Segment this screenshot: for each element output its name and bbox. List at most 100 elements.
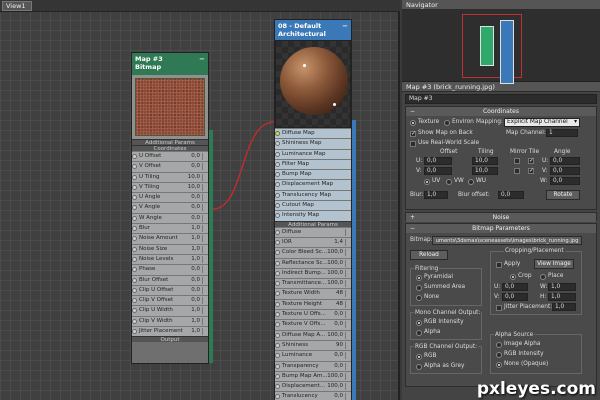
v-mirror-checkbox[interactable] — [514, 168, 520, 174]
input-socket-icon[interactable] — [275, 281, 280, 287]
alpha-as-grey-radio[interactable] — [416, 364, 422, 370]
input-socket-icon[interactable] — [275, 353, 280, 359]
reload-button[interactable]: Reload — [410, 250, 448, 260]
spinner-icon[interactable] — [202, 173, 207, 181]
param-row[interactable]: U Tiling 10,0 — [132, 171, 208, 182]
param-row[interactable]: Blur Offset 0,0 — [132, 274, 208, 285]
input-socket-icon[interactable] — [275, 260, 280, 266]
bitmap-node-header[interactable]: Map #3 Bitmap − — [132, 53, 208, 75]
crop-v-field[interactable]: 0,0 — [502, 293, 528, 301]
input-socket-icon[interactable] — [132, 267, 137, 273]
v-tiling-field[interactable]: 10,0 — [472, 167, 498, 175]
input-socket-icon[interactable] — [132, 277, 137, 283]
material-node[interactable]: 08 - Default Architectural − Diffuse Map… — [274, 19, 352, 400]
spinner-icon[interactable] — [345, 228, 350, 236]
input-socket-icon[interactable] — [275, 301, 280, 307]
texture-radio[interactable] — [410, 120, 416, 126]
spinner-icon[interactable] — [202, 307, 207, 315]
input-socket-icon[interactable] — [275, 250, 280, 256]
minimize-icon[interactable]: − — [199, 55, 205, 63]
spinner-icon[interactable] — [345, 311, 350, 319]
param-row[interactable]: Clip V Width 1,0 — [132, 315, 208, 327]
input-socket-icon[interactable] — [132, 236, 137, 242]
input-socket-icon[interactable] — [275, 151, 280, 157]
input-socket-icon[interactable] — [275, 342, 280, 348]
filter-none-radio[interactable] — [416, 295, 422, 301]
param-row[interactable]: Shininess 90 — [275, 339, 351, 351]
w-angle-field[interactable]: 0,0 — [550, 177, 580, 185]
coordinates-rollout-header[interactable]: − Coordinates — [406, 107, 596, 116]
map-slot-row[interactable]: Filter Map — [275, 158, 351, 170]
param-row[interactable]: Indirect Bump... 100,0 — [275, 267, 351, 279]
input-socket-icon[interactable] — [132, 256, 137, 262]
param-row[interactable]: Texture Width 48 — [275, 288, 351, 299]
param-row[interactable]: Clip V Offset 0,0 — [132, 295, 208, 306]
spinner-icon[interactable] — [202, 328, 207, 336]
blur-offset-field[interactable]: 0,0 — [498, 191, 524, 199]
input-socket-icon[interactable] — [275, 322, 280, 328]
spinner-icon[interactable] — [202, 297, 207, 305]
spinner-icon[interactable] — [345, 383, 350, 391]
section-output[interactable]: Output — [132, 336, 208, 343]
input-socket-icon[interactable] — [275, 239, 280, 245]
bitmap-path-button[interactable]: uments\3dsmax\sceneassets\images\brick_r… — [432, 236, 582, 245]
input-socket-icon[interactable] — [275, 182, 280, 188]
spinner-icon[interactable] — [202, 276, 207, 284]
u-angle-field[interactable]: 0,0 — [550, 157, 580, 165]
spinner-icon[interactable] — [202, 245, 207, 253]
material-node-header[interactable]: 08 - Default Architectural − — [275, 20, 351, 40]
input-socket-icon[interactable] — [132, 318, 137, 324]
input-socket-icon[interactable] — [275, 312, 280, 318]
param-row[interactable]: Diffuse — [275, 226, 351, 237]
param-row[interactable]: V Offset 0,0 — [132, 161, 208, 172]
param-row[interactable]: Bump Map Am... 100,0 — [275, 370, 351, 382]
param-row[interactable]: Blur 1,0 — [132, 223, 208, 234]
map-slot-row[interactable]: Bump Map — [275, 169, 351, 180]
spinner-icon[interactable] — [202, 153, 207, 160]
param-row[interactable]: V Angle 0,0 — [132, 202, 208, 213]
map-channel-field[interactable]: 1 — [546, 129, 578, 137]
input-socket-icon[interactable] — [132, 246, 137, 252]
image-alpha-radio[interactable] — [496, 342, 502, 348]
param-row[interactable]: Noise Size 1,0 — [132, 243, 208, 254]
map-slot-row[interactable]: Shininess Map — [275, 138, 351, 149]
u-tile-checkbox[interactable] — [528, 157, 534, 164]
map-name-field[interactable]: Map #3 — [405, 94, 597, 104]
input-socket-icon[interactable] — [275, 172, 280, 178]
spinner-icon[interactable] — [202, 317, 207, 325]
show-map-checkbox[interactable] — [410, 130, 416, 137]
blur-field[interactable]: 1,0 — [424, 191, 448, 199]
input-socket-icon[interactable] — [132, 215, 137, 221]
param-row[interactable]: Reflectance Sc... 100,0 — [275, 257, 351, 268]
input-socket-icon[interactable] — [132, 205, 137, 211]
param-row[interactable]: Texture V Offs... 0,0 — [275, 319, 351, 330]
param-row[interactable]: U Angle 0,0 — [132, 192, 208, 203]
input-socket-icon[interactable] — [275, 131, 280, 136]
wu-radio[interactable] — [468, 179, 474, 185]
none-opaque-radio[interactable] — [496, 362, 502, 368]
spinner-icon[interactable] — [345, 280, 350, 288]
view-image-button[interactable]: View Image — [534, 259, 574, 269]
map-slot-row[interactable]: Displacement Map — [275, 179, 351, 190]
input-socket-icon[interactable] — [275, 192, 280, 198]
param-row[interactable]: Phase 0,0 — [132, 264, 208, 275]
param-row[interactable]: Luminance 0,0 — [275, 350, 351, 361]
input-socket-icon[interactable] — [132, 184, 137, 190]
v-offset-field[interactable]: 0,0 — [424, 167, 452, 175]
noise-rollout-header[interactable]: + Noise — [406, 213, 596, 222]
spinner-icon[interactable] — [202, 286, 207, 294]
v-tile-checkbox[interactable] — [528, 167, 534, 174]
rotate-button[interactable]: Rotate — [546, 190, 580, 200]
input-socket-icon[interactable] — [275, 270, 280, 276]
spinner-icon[interactable] — [202, 183, 207, 191]
spinner-icon[interactable] — [345, 352, 350, 360]
crop-w-field[interactable]: 1,0 — [548, 283, 576, 291]
spinner-icon[interactable] — [345, 372, 350, 380]
param-row[interactable]: Noise Amount 1,0 — [132, 233, 208, 244]
environ-radio[interactable] — [444, 120, 450, 126]
map-slot-row[interactable]: Diffuse Map — [275, 128, 351, 139]
spinner-icon[interactable] — [202, 266, 207, 274]
map-slot-row[interactable]: Luminance Map — [275, 148, 351, 159]
bitmap-params-header[interactable]: − Bitmap Parameters — [406, 224, 596, 233]
spinner-icon[interactable] — [202, 235, 207, 243]
